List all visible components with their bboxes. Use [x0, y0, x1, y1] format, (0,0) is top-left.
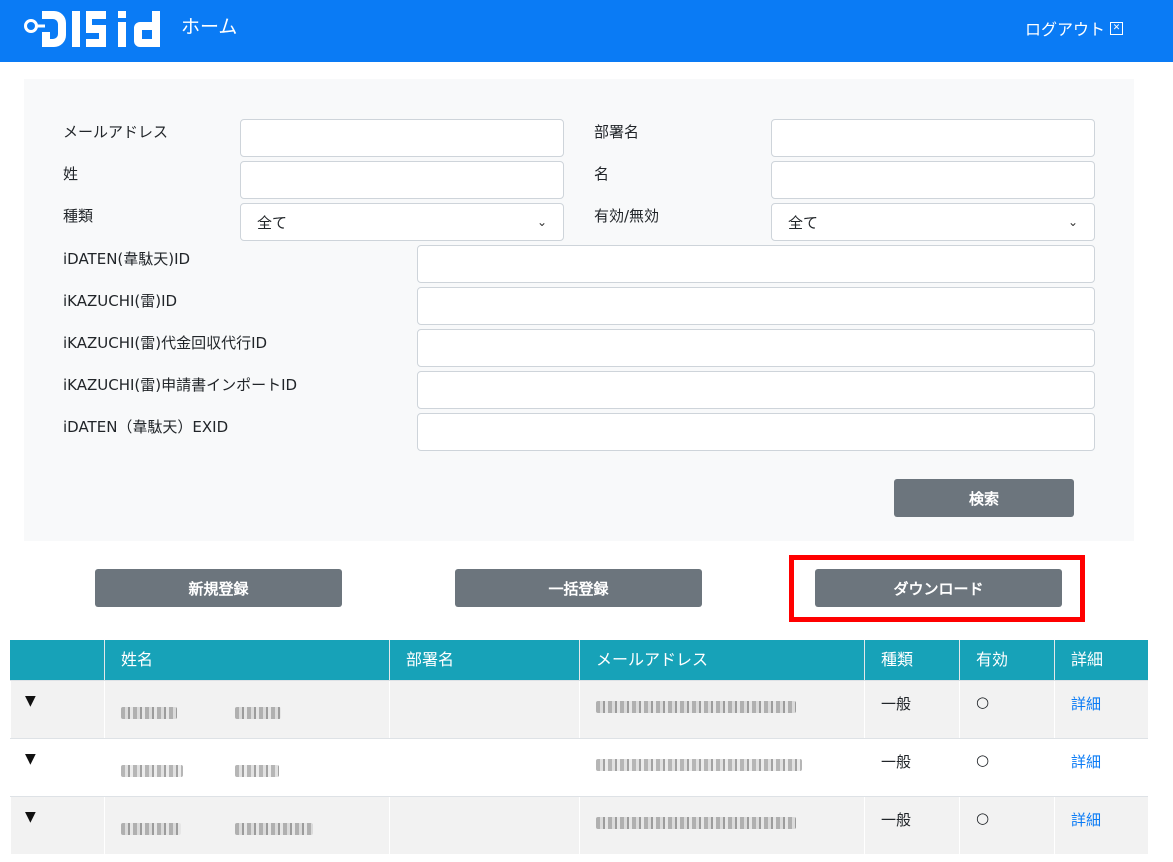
active-select-value: 全て [788, 213, 819, 232]
department-input[interactable] [771, 119, 1095, 157]
email-cell-redacted [579, 681, 864, 739]
logout-label: ログアウト [1025, 20, 1106, 39]
type-select[interactable]: 全て ⌄ [240, 203, 564, 241]
ikazuchi-collect-input[interactable] [417, 329, 1095, 367]
type-cell: 一般 [864, 681, 959, 739]
top-bar: ホーム ログアウト ✕ [0, 0, 1173, 62]
type-label: 種類 [63, 207, 94, 225]
ikazuchi-import-input[interactable] [417, 371, 1095, 409]
search-button[interactable]: 検索 [894, 479, 1074, 517]
bulk-register-button[interactable]: 一括登録 [455, 569, 702, 607]
table-row: ▼ 一般 ○ 詳細 [10, 680, 1148, 739]
active-cell: ○ [959, 797, 1054, 855]
department-cell [389, 681, 579, 739]
col-type: 種類 [864, 640, 959, 680]
idaten-exid-label: iDATEN（韋駄天）EXID [63, 418, 229, 436]
active-select[interactable]: 全て ⌄ [771, 203, 1095, 241]
logout-icon: ✕ [1110, 21, 1124, 35]
detail-link[interactable]: 詳細 [1054, 797, 1148, 855]
type-cell: 一般 [864, 797, 959, 855]
col-email: メールアドレス [579, 640, 864, 680]
detail-link[interactable]: 詳細 [1054, 739, 1148, 797]
idaten-id-label: iDATEN(韋駄天)ID [63, 250, 191, 268]
ikazuchi-import-label: iKAZUCHI(雷)申請書インポートID [63, 376, 298, 394]
email-cell-redacted [579, 797, 864, 855]
name-cell-redacted [104, 739, 389, 797]
col-department: 部署名 [389, 640, 579, 680]
active-cell: ○ [959, 681, 1054, 739]
table-row: ▼ 一般 ○ 詳細 [10, 796, 1148, 855]
download-highlight-box [789, 555, 1085, 622]
department-label: 部署名 [594, 123, 640, 141]
chevron-down-icon: ⌄ [1067, 215, 1078, 229]
col-toggle [10, 640, 104, 680]
page-title: ホーム [181, 16, 238, 38]
name-cell-redacted [104, 681, 389, 739]
expand-toggle-icon[interactable]: ▼ [10, 739, 104, 797]
detail-link[interactable]: 詳細 [1054, 681, 1148, 739]
dis-id-logo[interactable] [22, 6, 162, 52]
table-header: 姓名 部署名 メールアドレス 種類 有効 詳細 [10, 640, 1148, 680]
active-cell: ○ [959, 739, 1054, 797]
email-label: メールアドレス [63, 123, 169, 141]
logout-link[interactable]: ログアウト ✕ [1025, 16, 1124, 40]
expand-toggle-icon[interactable]: ▼ [10, 681, 104, 739]
department-cell [389, 797, 579, 855]
expand-toggle-icon[interactable]: ▼ [10, 797, 104, 855]
type-cell: 一般 [864, 739, 959, 797]
idaten-id-input[interactable] [417, 245, 1095, 283]
email-cell-redacted [579, 739, 864, 797]
table-row: ▼ 一般 ○ 詳細 [10, 738, 1148, 797]
first-name-input[interactable] [771, 161, 1095, 199]
ikazuchi-id-input[interactable] [417, 287, 1095, 325]
new-register-button[interactable]: 新規登録 [95, 569, 342, 607]
last-name-input[interactable] [240, 161, 564, 199]
search-panel: メールアドレス 部署名 姓 名 種類 全て ⌄ 有効/無効 全て ⌄ iDATE… [24, 79, 1134, 541]
ikazuchi-id-label: iKAZUCHI(雷)ID [63, 292, 178, 310]
first-name-label: 名 [594, 165, 610, 183]
email-input[interactable] [240, 119, 564, 157]
name-cell-redacted [104, 797, 389, 855]
department-cell [389, 739, 579, 797]
col-active: 有効 [959, 640, 1054, 680]
col-detail: 詳細 [1054, 640, 1148, 680]
chevron-down-icon: ⌄ [536, 215, 547, 229]
idaten-exid-input[interactable] [417, 413, 1095, 451]
type-select-value: 全て [257, 213, 288, 232]
ikazuchi-collect-label: iKAZUCHI(雷)代金回収代行ID [63, 334, 268, 352]
col-name: 姓名 [104, 640, 389, 680]
active-label: 有効/無効 [594, 207, 660, 225]
last-name-label: 姓 [63, 165, 79, 183]
